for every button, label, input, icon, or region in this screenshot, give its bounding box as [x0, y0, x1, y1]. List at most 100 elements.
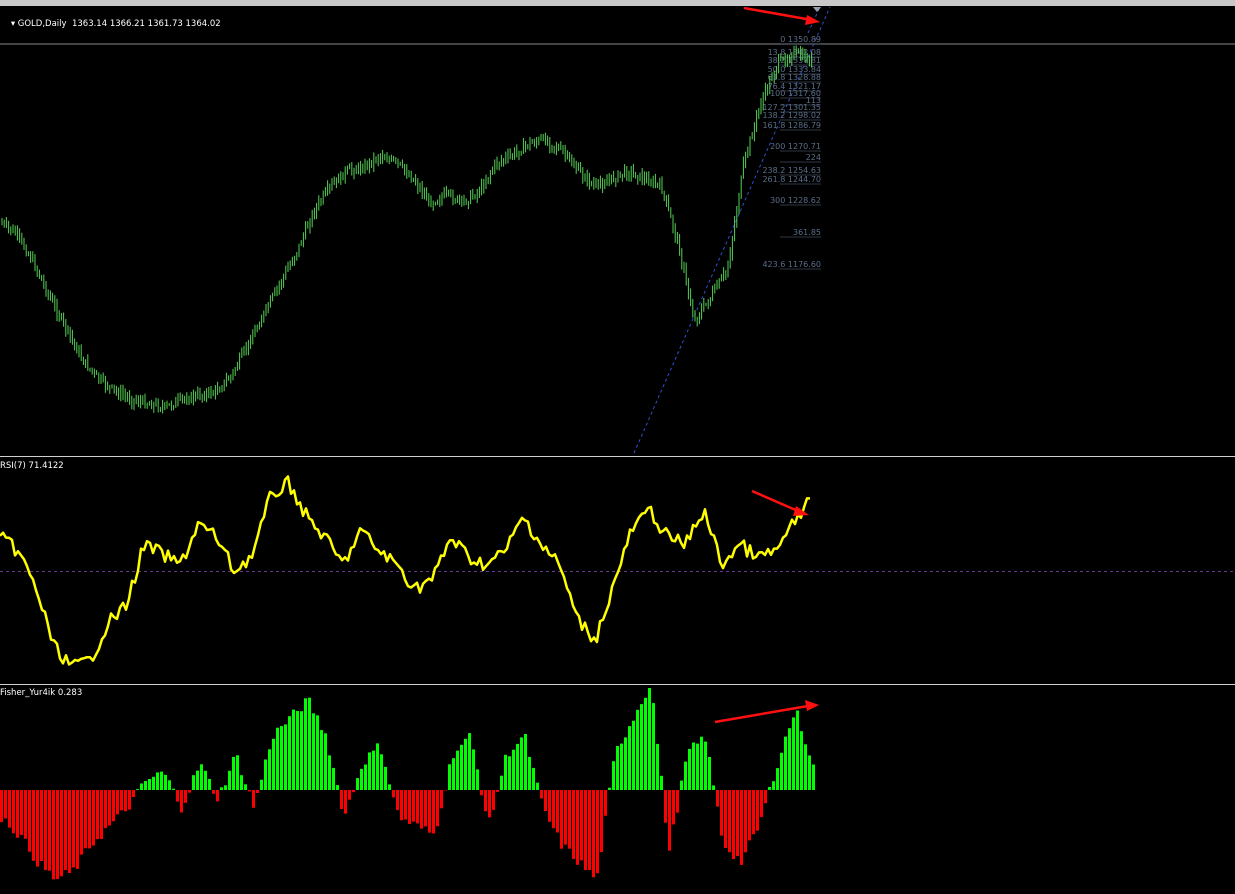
fisher-bar — [76, 790, 79, 869]
fisher-bar — [416, 790, 419, 824]
fisher-bar — [200, 764, 203, 790]
fisher-bar — [220, 787, 223, 790]
fisher-bar — [436, 790, 439, 827]
fisher-bar — [664, 790, 667, 823]
rsi-pane[interactable]: RSI(7) 71.4122 — [0, 459, 1235, 683]
fisher-bar — [244, 784, 247, 790]
fisher-bar — [176, 790, 179, 802]
fisher-bar — [48, 790, 51, 871]
fisher-bar — [424, 790, 427, 827]
fisher-bar — [296, 711, 299, 790]
fisher-bar — [552, 790, 555, 829]
fisher-bar — [264, 759, 267, 790]
fisher-bar — [652, 703, 655, 790]
fisher-bar — [756, 790, 759, 831]
fib-level-label: 224 — [806, 153, 821, 162]
fisher-bar — [288, 716, 291, 790]
fisher-bar — [668, 790, 671, 851]
ohlc-readout: 1363.14 1366.21 1361.73 1364.02 — [71, 19, 221, 29]
fisher-bar — [528, 756, 531, 790]
fisher-bar — [192, 775, 195, 790]
fisher-bar — [56, 790, 59, 880]
fisher-bar — [776, 768, 779, 790]
collapse-triangle-icon[interactable]: ▾ — [11, 19, 18, 29]
fisher-bar — [444, 790, 447, 791]
fisher-bar — [304, 698, 307, 790]
arrow-head-icon — [805, 15, 820, 25]
fisher-bar — [104, 790, 107, 829]
fisher-bar — [44, 790, 47, 871]
fisher-bar — [440, 790, 443, 809]
pane-separator[interactable] — [0, 456, 1235, 457]
fibonacci-levels: 0 1350.8913.8 1342.0838.2 1337.8150.0 13… — [762, 35, 821, 270]
fisher-bar — [312, 713, 315, 790]
price-chart-pane[interactable]: 0 1350.89 13.8 1342.08 38.2 1337.81 50.0 13… — [0, 7, 1235, 455]
fisher-bar — [60, 790, 63, 877]
fisher-bar — [152, 776, 155, 790]
fisher-bar — [696, 743, 699, 790]
fisher-bar — [352, 790, 355, 793]
price-chart-canvas[interactable]: 0 1350.8913.8 1342.0838.2 1337.8150.0 13… — [0, 7, 1235, 455]
fisher-bar — [588, 790, 591, 870]
fisher-bar — [208, 779, 211, 790]
fisher-bar — [728, 790, 731, 853]
fisher-bar — [308, 697, 311, 790]
fisher-bar — [384, 766, 387, 790]
fisher-bar — [412, 790, 415, 822]
fisher-bar — [688, 748, 691, 790]
fisher-bar — [224, 785, 227, 790]
fisher-bar — [524, 734, 527, 790]
fisher-bar — [108, 790, 111, 826]
fisher-bar — [752, 790, 755, 835]
fisher-bar — [300, 711, 303, 790]
fisher-bar — [744, 790, 747, 853]
fisher-bar — [724, 790, 727, 848]
fisher-bar — [432, 790, 435, 834]
divergence-arrow — [743, 7, 813, 22]
fisher-bar — [684, 761, 687, 790]
fisher-bar — [576, 790, 579, 865]
fisher-bar — [204, 770, 207, 790]
fisher-bar — [712, 785, 715, 790]
fisher-bar — [100, 790, 103, 839]
fisher-bar — [520, 737, 523, 790]
fisher-bar — [164, 774, 167, 790]
fisher-bar — [504, 754, 507, 790]
fisher-bar — [804, 744, 807, 790]
fisher-bar — [136, 789, 139, 790]
fisher-bar — [640, 704, 643, 790]
fisher-bar — [196, 770, 199, 790]
arrow-head-icon — [793, 506, 809, 516]
fisher-bar — [636, 709, 639, 790]
rsi-canvas[interactable] — [0, 459, 1235, 683]
fisher-bar — [172, 788, 175, 790]
fisher-bar — [748, 790, 751, 841]
fisher-bar — [188, 790, 191, 793]
fisher-bar — [368, 752, 371, 790]
fisher-bar — [340, 790, 343, 810]
fisher-bar — [408, 790, 411, 824]
fisher-bar — [112, 790, 115, 822]
fisher-bar — [160, 771, 163, 790]
fisher-bar — [376, 743, 379, 790]
fisher-bar — [508, 756, 511, 790]
fisher-bar — [800, 731, 803, 790]
fisher-bar — [156, 772, 159, 790]
fisher-bar — [16, 790, 19, 838]
fisher-pane[interactable]: Fisher_Yur4ik 0.283 — [0, 686, 1235, 894]
fisher-bar — [720, 790, 723, 836]
fisher-bar — [52, 790, 55, 880]
fisher-bar — [644, 697, 647, 790]
fisher-bar — [808, 755, 811, 790]
divergence-arrow — [751, 489, 799, 513]
marker-triangle-icon — [812, 7, 822, 12]
fisher-bar — [676, 790, 679, 813]
fisher-bar — [356, 778, 359, 790]
fisher-bar — [180, 790, 183, 813]
fib-level-label: 138.2 1298.02 — [762, 111, 821, 120]
pane-separator[interactable] — [0, 684, 1235, 685]
fib-level-label: 238.2 1254.63 — [762, 166, 821, 175]
fisher-bar — [12, 790, 15, 834]
fisher-bar — [796, 710, 799, 790]
fisher-canvas[interactable] — [0, 686, 1235, 894]
